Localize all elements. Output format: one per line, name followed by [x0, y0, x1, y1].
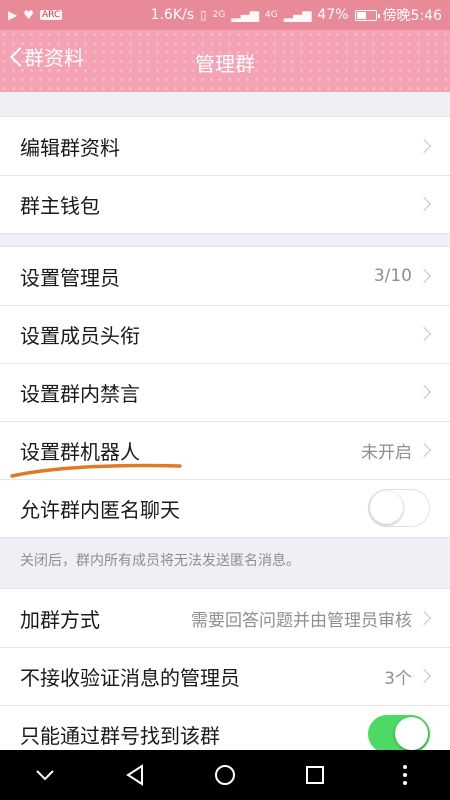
signal-bars-icon: ▂▄▆ — [231, 8, 260, 22]
home-button[interactable] — [205, 755, 245, 795]
chevron-right-icon — [420, 610, 430, 626]
set-mute-row[interactable]: 设置群内禁言 — [0, 363, 450, 421]
row-label: 不接收验证消息的管理员 — [20, 665, 240, 690]
recents-button[interactable] — [295, 755, 335, 795]
chevron-right-icon — [420, 326, 430, 342]
settings-list: 编辑群资料 群主钱包 设置管理员 3/10 设置成员头衔 设置群内禁言 设置群机… — [0, 92, 450, 764]
chevron-right-icon — [420, 268, 430, 284]
more-vertical-icon — [403, 765, 407, 785]
row-label: 只能通过群号找到该群 — [20, 723, 220, 748]
network-speed: 1.6K/s — [150, 7, 195, 23]
group-wallet-row[interactable]: 群主钱包 — [0, 175, 450, 233]
edit-group-info-row[interactable]: 编辑群资料 — [0, 117, 450, 175]
settings-group-3: 加群方式 需要回答问题并由管理员审核 不接收验证消息的管理员 3个 只能通过群号… — [0, 588, 450, 764]
settings-group-2: 设置管理员 3/10 设置成员头衔 设置群内禁言 设置群机器人 未开启 允许群内… — [0, 246, 450, 538]
circle-home-icon — [215, 765, 235, 785]
row-label: 群主钱包 — [20, 193, 100, 218]
find-by-number-toggle[interactable] — [368, 715, 430, 753]
signal-4g: 4G — [265, 10, 278, 20]
no-verify-admin-count: 3个 — [384, 668, 412, 689]
anonymous-chat-toggle[interactable] — [368, 489, 430, 527]
signal-bars-icon-2: ▂▄▆ — [283, 8, 312, 22]
collapse-button[interactable] — [25, 755, 65, 795]
row-label: 设置群机器人 — [20, 439, 140, 464]
battery-icon — [354, 9, 380, 21]
signal-2g: 2G — [212, 10, 226, 20]
chevron-down-icon — [36, 770, 54, 781]
clock: 傍晚5:46 — [382, 8, 442, 24]
admin-count: 3/10 — [373, 266, 412, 286]
chevron-right-icon — [420, 196, 430, 212]
triangle-back-icon — [126, 764, 143, 786]
join-method-value: 需要回答问题并由管理员审核 — [191, 610, 412, 631]
more-button[interactable] — [385, 755, 425, 795]
toggle-knob — [395, 717, 428, 750]
chevron-right-icon — [420, 442, 430, 458]
back-nav-button[interactable] — [115, 755, 155, 795]
bot-status: 未开启 — [361, 442, 412, 463]
set-group-bot-row[interactable]: 设置群机器人 未开启 — [0, 421, 450, 479]
system-nav-bar — [0, 750, 450, 800]
join-method-row[interactable]: 加群方式 需要回答问题并由管理员审核 — [0, 589, 450, 647]
set-admin-row[interactable]: 设置管理员 3/10 — [0, 247, 450, 305]
row-label: 设置成员头衔 — [20, 323, 140, 348]
row-label: 设置管理员 — [20, 265, 120, 290]
play-icon: ▶ — [8, 8, 18, 22]
row-label: 允许群内匿名聊天 — [20, 497, 180, 522]
chevron-right-icon — [420, 668, 430, 684]
app-badge: ARC — [40, 10, 63, 20]
toggle-knob — [370, 491, 403, 524]
no-verify-admin-row[interactable]: 不接收验证消息的管理员 3个 — [0, 647, 450, 705]
settings-group-1: 编辑群资料 群主钱包 — [0, 116, 450, 234]
anonymous-chat-row: 允许群内匿名聊天 — [0, 479, 450, 537]
square-recents-icon — [306, 766, 324, 784]
row-label: 设置群内禁言 — [20, 381, 140, 406]
chevron-right-icon — [420, 384, 430, 400]
battery-percent: 47% — [317, 7, 349, 23]
set-member-title-row[interactable]: 设置成员头衔 — [0, 305, 450, 363]
row-label: 加群方式 — [20, 607, 100, 632]
chevron-right-icon — [420, 138, 430, 154]
heart-monitor-icon: ♥ — [23, 8, 34, 22]
title-bar: 群资料 管理群 — [0, 30, 450, 92]
anonymous-note: 关闭后，群内所有成员将无法发送匿名消息。 — [0, 538, 450, 588]
page-title: 管理群 — [195, 52, 255, 76]
row-label: 编辑群资料 — [20, 135, 120, 160]
status-bar: ▶ ♥ ARC 1.6K/s ▯ 2G ▂▄▆ 4G ▂▄▆ 47% 傍晚5:4… — [0, 0, 450, 30]
vibrate-icon: ▯ — [200, 8, 207, 22]
